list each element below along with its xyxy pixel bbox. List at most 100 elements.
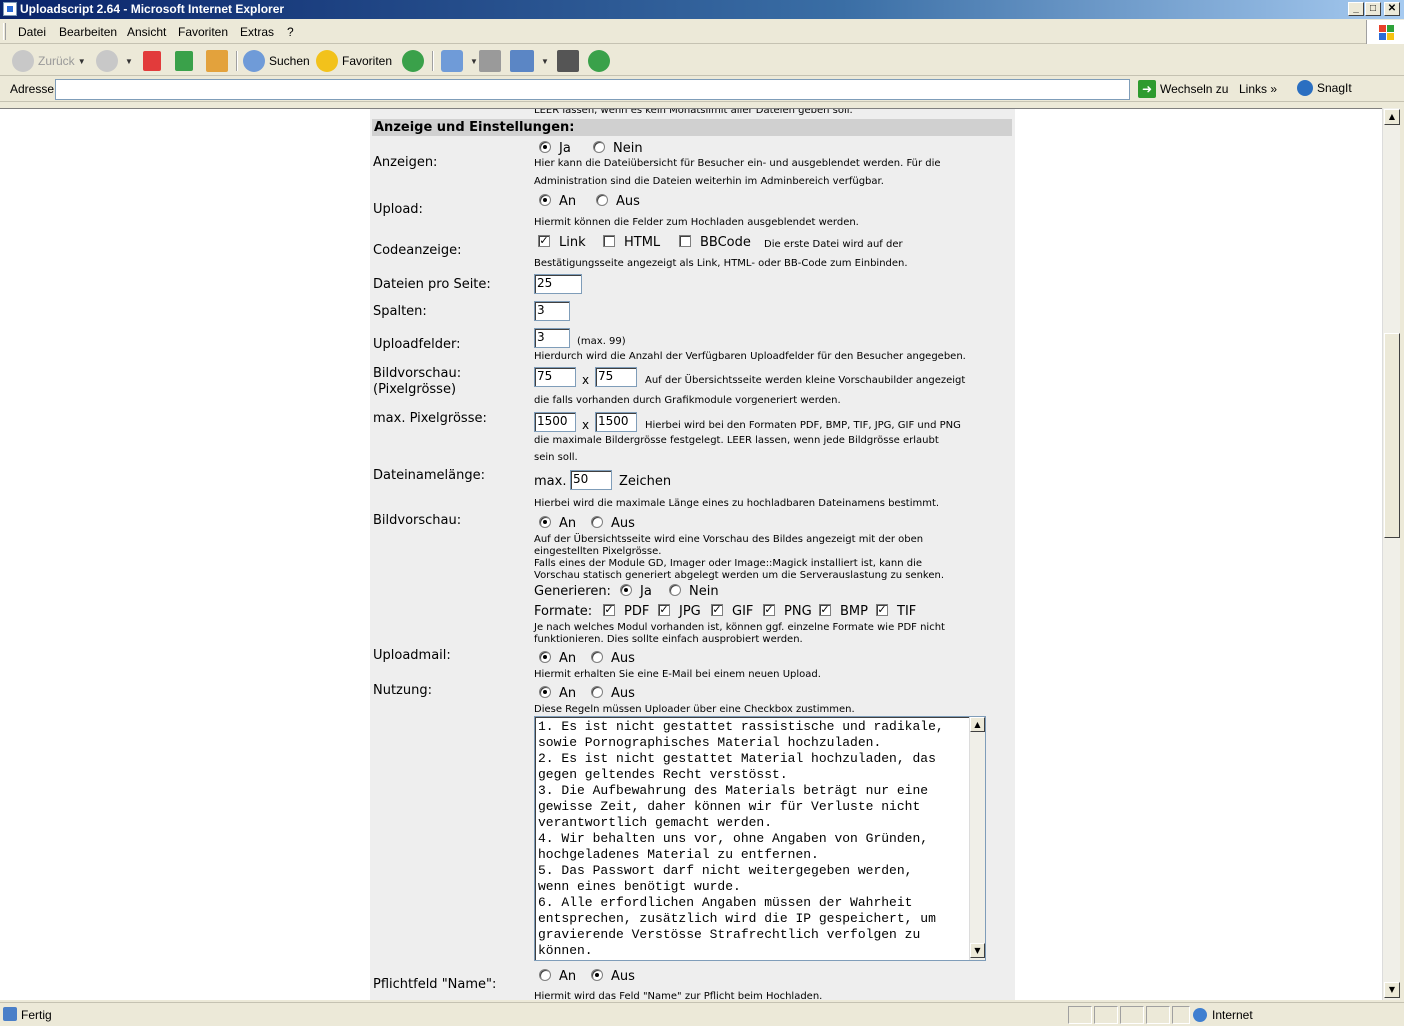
search-button[interactable]: Suchen bbox=[243, 49, 310, 73]
nutzung-off-radio[interactable] bbox=[591, 686, 603, 698]
textarea-scrollbar[interactable]: ▲ ▼ bbox=[969, 717, 985, 960]
home-button[interactable] bbox=[206, 49, 232, 73]
code-link-checkbox[interactable]: ✓ bbox=[538, 235, 550, 247]
generieren-yes-label: Ja bbox=[640, 584, 652, 599]
page-viewport: LEER lassen, wenn es kein Monatslimit al… bbox=[0, 108, 1382, 1000]
go-button[interactable]: ➜ Wechseln zu bbox=[1138, 80, 1228, 98]
refresh-button[interactable] bbox=[175, 49, 197, 73]
maximize-button[interactable]: □ bbox=[1365, 2, 1381, 16]
code-bbcode-checkbox[interactable] bbox=[679, 235, 691, 247]
menu-help[interactable]: ? bbox=[287, 25, 294, 39]
format-tif-checkbox[interactable]: ✓ bbox=[876, 604, 888, 616]
format-jpg-checkbox[interactable]: ✓ bbox=[658, 604, 670, 616]
menu-grip[interactable] bbox=[3, 23, 6, 40]
security-zone[interactable]: Internet bbox=[1193, 1008, 1253, 1022]
nutzung-rules-textarea[interactable]: 1. Es ist nicht gestattet rassistische u… bbox=[534, 716, 986, 961]
format-bmp-label: BMP bbox=[840, 604, 868, 619]
print-button[interactable] bbox=[479, 49, 505, 73]
upload-on-radio[interactable] bbox=[539, 194, 551, 206]
generieren-no-radio[interactable] bbox=[669, 584, 681, 596]
nutzung-on-radio[interactable] bbox=[539, 686, 551, 698]
home-icon bbox=[206, 50, 228, 72]
textarea-scroll-up-button[interactable]: ▲ bbox=[970, 717, 985, 732]
anzeigen-desc-1: Hier kann die Dateiübersicht für Besuche… bbox=[534, 158, 941, 169]
format-pdf-checkbox[interactable]: ✓ bbox=[603, 604, 615, 616]
codeanzeige-desc-2: Bestätigungsseite angezeigt als Link, HT… bbox=[534, 258, 908, 269]
address-input[interactable] bbox=[55, 79, 1130, 100]
menu-bar: Datei Bearbeiten Ansicht Favoriten Extra… bbox=[0, 20, 1404, 44]
back-button[interactable]: Zurück ▼ bbox=[12, 49, 86, 73]
links-label: Links bbox=[1239, 82, 1268, 96]
generieren-yes-radio[interactable] bbox=[620, 584, 632, 596]
ie-page-icon bbox=[3, 2, 17, 16]
format-bmp-checkbox[interactable]: ✓ bbox=[819, 604, 831, 616]
bildvorschau-off-radio[interactable] bbox=[591, 516, 603, 528]
menu-datei[interactable]: Datei bbox=[18, 25, 46, 39]
max-pixel-desc-1: Hierbei wird bei den Formaten PDF, BMP, … bbox=[645, 420, 961, 431]
search-icon bbox=[243, 50, 265, 72]
format-png-checkbox[interactable]: ✓ bbox=[763, 604, 775, 616]
format-gif-checkbox[interactable]: ✓ bbox=[711, 604, 723, 616]
favorites-button[interactable]: Favoriten bbox=[316, 49, 392, 73]
upload-off-label: Aus bbox=[616, 194, 640, 209]
format-jpg-label: JPG bbox=[679, 604, 701, 619]
scroll-thumb[interactable] bbox=[1384, 333, 1400, 538]
spalten-label: Spalten: bbox=[373, 304, 427, 319]
stop-button[interactable] bbox=[143, 49, 165, 73]
close-button[interactable]: ✕ bbox=[1384, 2, 1400, 16]
browser-window: Uploadscript 2.64 - Microsoft Internet E… bbox=[0, 0, 1404, 1026]
status-cell bbox=[1172, 1006, 1190, 1024]
dateien-pro-seite-label: Dateien pro Seite: bbox=[373, 277, 491, 292]
scroll-up-button[interactable]: ▲ bbox=[1384, 109, 1400, 125]
printer-icon bbox=[479, 50, 501, 72]
max-pixel-x-label: x bbox=[582, 418, 590, 432]
menu-favoriten[interactable]: Favoriten bbox=[178, 25, 228, 39]
edit-button[interactable]: ▼ bbox=[510, 49, 549, 73]
vorschau-height-input[interactable]: 75 bbox=[595, 367, 637, 387]
code-html-checkbox[interactable] bbox=[603, 235, 615, 247]
globe-icon bbox=[1193, 1008, 1207, 1022]
status-bar: Fertig Internet bbox=[0, 1002, 1404, 1026]
nutzung-rules-text: 1. Es ist nicht gestattet rassistische u… bbox=[538, 719, 944, 958]
uploadmail-on-radio[interactable] bbox=[539, 651, 551, 663]
dateinamelaenge-input[interactable]: 50 bbox=[570, 470, 612, 490]
menu-bearbeiten[interactable]: Bearbeiten bbox=[59, 25, 117, 39]
anzeigen-no-radio[interactable] bbox=[593, 141, 605, 153]
forward-button[interactable]: ▼ bbox=[96, 49, 133, 73]
max-pixel-height-input[interactable]: 1500 bbox=[595, 412, 637, 432]
minimize-button[interactable]: _ bbox=[1348, 2, 1364, 16]
pflichtfeld-on-label: An bbox=[559, 969, 577, 984]
snagit-button[interactable]: SnagIt bbox=[1297, 80, 1352, 96]
star-icon bbox=[316, 50, 338, 72]
textarea-scroll-down-button[interactable]: ▼ bbox=[970, 943, 985, 958]
pflichtfeld-off-radio[interactable] bbox=[591, 969, 603, 981]
title-bar: Uploadscript 2.64 - Microsoft Internet E… bbox=[0, 0, 1404, 19]
spalten-input[interactable]: 3 bbox=[534, 301, 570, 321]
messenger-button[interactable] bbox=[588, 49, 614, 73]
uploadmail-off-radio[interactable] bbox=[591, 651, 603, 663]
windows-logo-icon bbox=[1366, 20, 1404, 44]
menu-ansicht[interactable]: Ansicht bbox=[127, 25, 166, 39]
history-button[interactable] bbox=[402, 49, 428, 73]
menu-extras[interactable]: Extras bbox=[240, 25, 274, 39]
refresh-icon bbox=[175, 51, 193, 71]
dateien-pro-seite-input[interactable]: 25 bbox=[534, 274, 582, 294]
uploadmail-off-label: Aus bbox=[611, 651, 635, 666]
uploadmail-desc: Hiermit erhalten Sie eine E-Mail bei ein… bbox=[534, 669, 821, 680]
go-label: Wechseln zu bbox=[1160, 82, 1229, 96]
bildvorschau-on-radio[interactable] bbox=[539, 516, 551, 528]
vorschau-width-input[interactable]: 75 bbox=[534, 367, 576, 387]
cutoff-text: LEER lassen, wenn es kein Monatslimit al… bbox=[534, 108, 853, 116]
pflichtfeld-on-radio[interactable] bbox=[539, 969, 551, 981]
max-pixel-desc-3: sein soll. bbox=[534, 452, 578, 463]
uploadfelder-input[interactable]: 3 bbox=[534, 328, 570, 348]
pflichtfeld-off-label: Aus bbox=[611, 969, 635, 984]
mail-button[interactable]: ▼ bbox=[441, 49, 478, 73]
upload-off-radio[interactable] bbox=[596, 194, 608, 206]
discuss-button[interactable] bbox=[557, 49, 583, 73]
scroll-down-button[interactable]: ▼ bbox=[1384, 982, 1400, 998]
max-pixel-width-input[interactable]: 1500 bbox=[534, 412, 576, 432]
anzeigen-yes-radio[interactable] bbox=[539, 141, 551, 153]
links-button[interactable]: Links » bbox=[1239, 82, 1277, 96]
page-scrollbar[interactable]: ▲ ▼ bbox=[1382, 108, 1400, 1000]
